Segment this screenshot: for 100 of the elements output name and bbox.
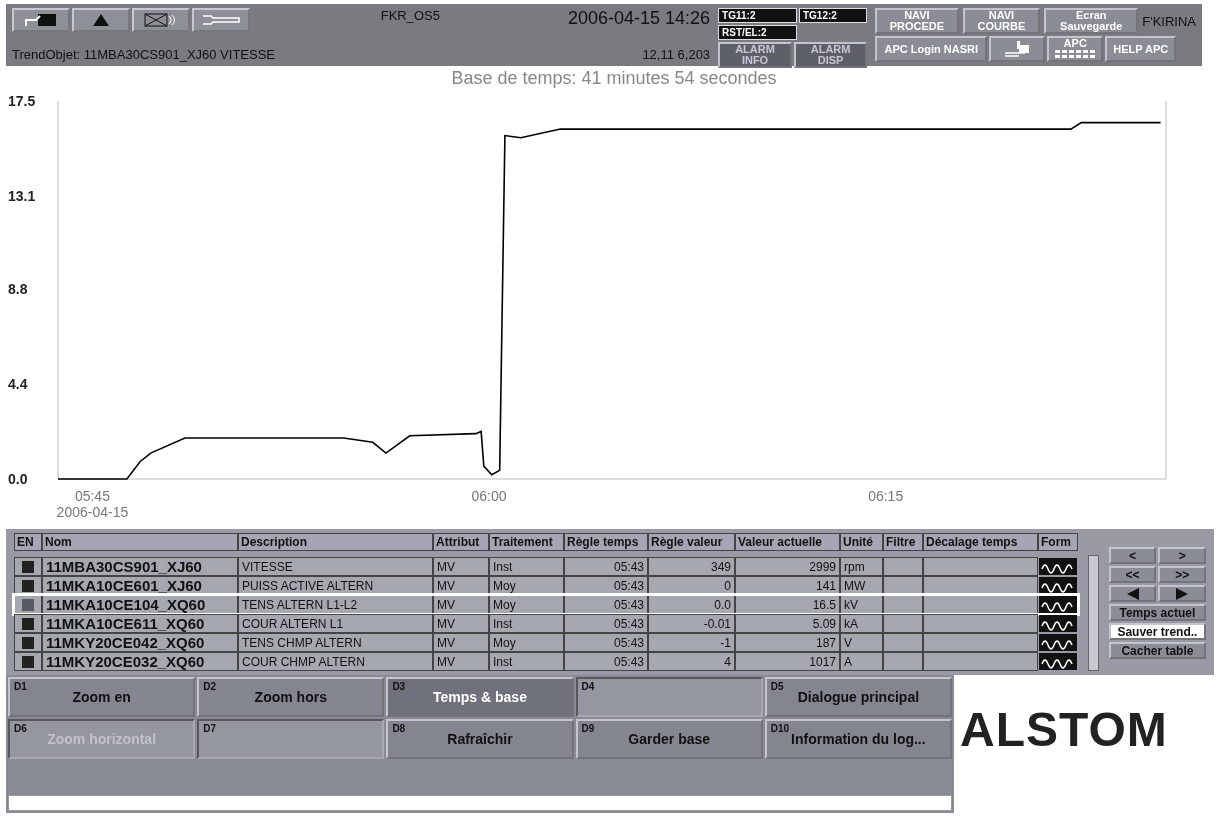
column-header: Traitement: [489, 533, 564, 551]
table-cell: 187: [735, 633, 840, 652]
table-cell: Inst: [489, 652, 564, 671]
triangle-right-icon: [1175, 587, 1190, 600]
table-row[interactable]: 11MKA10CE611_XQ60 COUR ALTERN L1 MV Inst 05:43 -0.01 5.09 kA: [14, 614, 1078, 633]
wave-icon: [1039, 634, 1077, 651]
scroll-bar[interactable]: [1088, 555, 1099, 671]
enable-square-icon: [22, 560, 34, 573]
table-cell: 11MKY20CE042_XQ60: [42, 633, 238, 652]
table-cell: 0.0: [648, 595, 735, 614]
column-header: Règle valeur: [648, 533, 735, 551]
enable-square-icon: [22, 598, 34, 611]
function-key[interactable]: D10 Information du log...: [764, 719, 952, 759]
display-button[interactable]: [989, 36, 1046, 62]
column-header: Nom: [42, 533, 238, 551]
column-header: EN: [14, 533, 42, 551]
table-cell: kV: [840, 595, 883, 614]
toolbar-button[interactable]: [12, 8, 70, 32]
panel-button[interactable]: Temps actuel: [1108, 604, 1206, 621]
y-axis-label: 4.4: [8, 375, 28, 392]
enable-square-icon: [22, 579, 34, 592]
function-key[interactable]: D9 Garder base: [575, 719, 763, 759]
status-tag: RST/EL:2: [718, 25, 797, 40]
table-cell: 05:43: [564, 633, 648, 652]
table-cell: A: [840, 652, 883, 671]
table-cell: 1017: [735, 652, 840, 671]
table-cell: VITESSE: [238, 557, 433, 576]
trend-object-label: TrendObjet: 11MBA30CS901_XJ60 VITESSE: [12, 47, 276, 62]
table-cell: COUR CHMP ALTERN: [238, 652, 433, 671]
table-row[interactable]: 11MKY20CE032_XQ60 COUR CHMP ALTERN MV Inst 05:43 4 1017 A: [14, 652, 1078, 671]
function-key[interactable]: D2 Zoom hors: [197, 677, 385, 717]
table-cell: 05:43: [564, 595, 648, 614]
x-axis-label: 06:15: [868, 488, 904, 504]
chart-title: Base de temps: 41 minutes 54 secondes: [450, 67, 778, 89]
table-row[interactable]: 11MKA10CE601_XJ60 PUISS ACTIVE ALTERN MV Moy 05:43 0 141 MW: [14, 576, 1078, 595]
apc-login-button[interactable]: APC Login NASRI: [875, 36, 988, 62]
step-back-button[interactable]: [1108, 585, 1157, 602]
table-cell: 05:43: [564, 652, 648, 671]
table-cell: -1: [648, 633, 735, 652]
enable-square-icon: [22, 617, 34, 630]
table-cell: 349: [648, 557, 735, 576]
step-forward-button[interactable]: [1158, 585, 1206, 602]
function-key[interactable]: D5 Dialogue principal: [764, 677, 952, 717]
nav-button[interactable]: Ecran Sauvegarde: [1044, 8, 1139, 34]
y-axis-label: 8.8: [8, 280, 28, 297]
function-key[interactable]: D1 Zoom en: [8, 677, 196, 717]
table-cell: 05:43: [564, 557, 648, 576]
column-header: Décalage temps: [923, 533, 1038, 551]
panel-button[interactable]: Cacher table: [1108, 642, 1206, 659]
triangle-left-icon: [1125, 587, 1140, 600]
toolbar-button[interactable]: [132, 8, 190, 32]
table-row[interactable]: 11MKY20CE042_XQ60 TENS CHMP ALTERN MV Moy 05:43 -1 187 V: [14, 633, 1078, 652]
logo: ALSTOM: [960, 701, 1168, 757]
status-tag: TG11:2: [718, 8, 797, 23]
column-header: Form: [1038, 533, 1078, 551]
table-cell: 11MKA10CE611_XQ60: [42, 614, 238, 633]
function-key[interactable]: D8 Rafraîchir: [386, 719, 574, 759]
table-cell: kA: [840, 614, 883, 633]
station-name: FKR_OS5: [380, 8, 440, 23]
table-cell: 05:43: [564, 614, 648, 633]
column-header: Filtre: [883, 533, 923, 551]
table-cell: Moy: [489, 633, 564, 652]
y-axis-label: 13.1: [8, 188, 36, 205]
toolbar-button[interactable]: [72, 8, 130, 32]
arrow-button[interactable]: <: [1108, 547, 1157, 564]
table-cell: TENS CHMP ALTERN: [238, 633, 433, 652]
column-header: Valeur actuelle: [735, 533, 840, 551]
table-cell: MV: [433, 557, 489, 576]
wrench-icon: [201, 13, 241, 27]
panel-button[interactable]: Sauver trend..: [1108, 623, 1206, 640]
x-axis-label: 05:45: [74, 488, 110, 504]
table-cell: 11MKY20CE032_XQ60: [42, 652, 238, 671]
arrow-button[interactable]: <<: [1108, 566, 1157, 583]
table-cell: 16.5: [735, 595, 840, 614]
table-cell: V: [840, 633, 883, 652]
y-axis-label: 0.0: [8, 471, 28, 487]
table-cell: 2999: [735, 557, 840, 576]
wave-icon: [1039, 596, 1077, 613]
window-icon: [24, 13, 58, 27]
column-header: Unité: [840, 533, 883, 551]
table-row[interactable]: 11MKA10CE104_XQ60 TENS ALTERN L1-L2 MV Moy 05:43 0.0 16.5 kV: [14, 595, 1078, 614]
help-button[interactable]: HELP APC: [1105, 36, 1177, 62]
wave-icon: [1039, 615, 1077, 632]
date-label: 2006-04-15: [56, 504, 129, 520]
nav-button[interactable]: NAVI PROCEDE: [875, 8, 959, 34]
wave-icon: [1039, 653, 1077, 670]
nav-button[interactable]: NAVI COURBE: [962, 8, 1041, 34]
table-cell: 11MBA30CS901_XJ60: [42, 557, 238, 576]
arrow-button[interactable]: >>: [1158, 566, 1206, 583]
table-cell: MV: [433, 633, 489, 652]
table-cell: Inst: [489, 557, 564, 576]
arrow-button[interactable]: >: [1158, 547, 1206, 564]
table-row[interactable]: 11MBA30CS901_XJ60 VITESSE MV Inst 05:43 349 2999 rpm: [14, 557, 1078, 576]
table-cell: 5.09: [735, 614, 840, 633]
column-header: Description: [238, 533, 433, 551]
table-cell: MV: [433, 595, 489, 614]
column-header: Règle temps: [564, 533, 648, 551]
wave-icon: [1039, 558, 1077, 575]
function-key[interactable]: D3 Temps & base: [386, 677, 574, 717]
apc-button[interactable]: APC: [1047, 36, 1104, 62]
